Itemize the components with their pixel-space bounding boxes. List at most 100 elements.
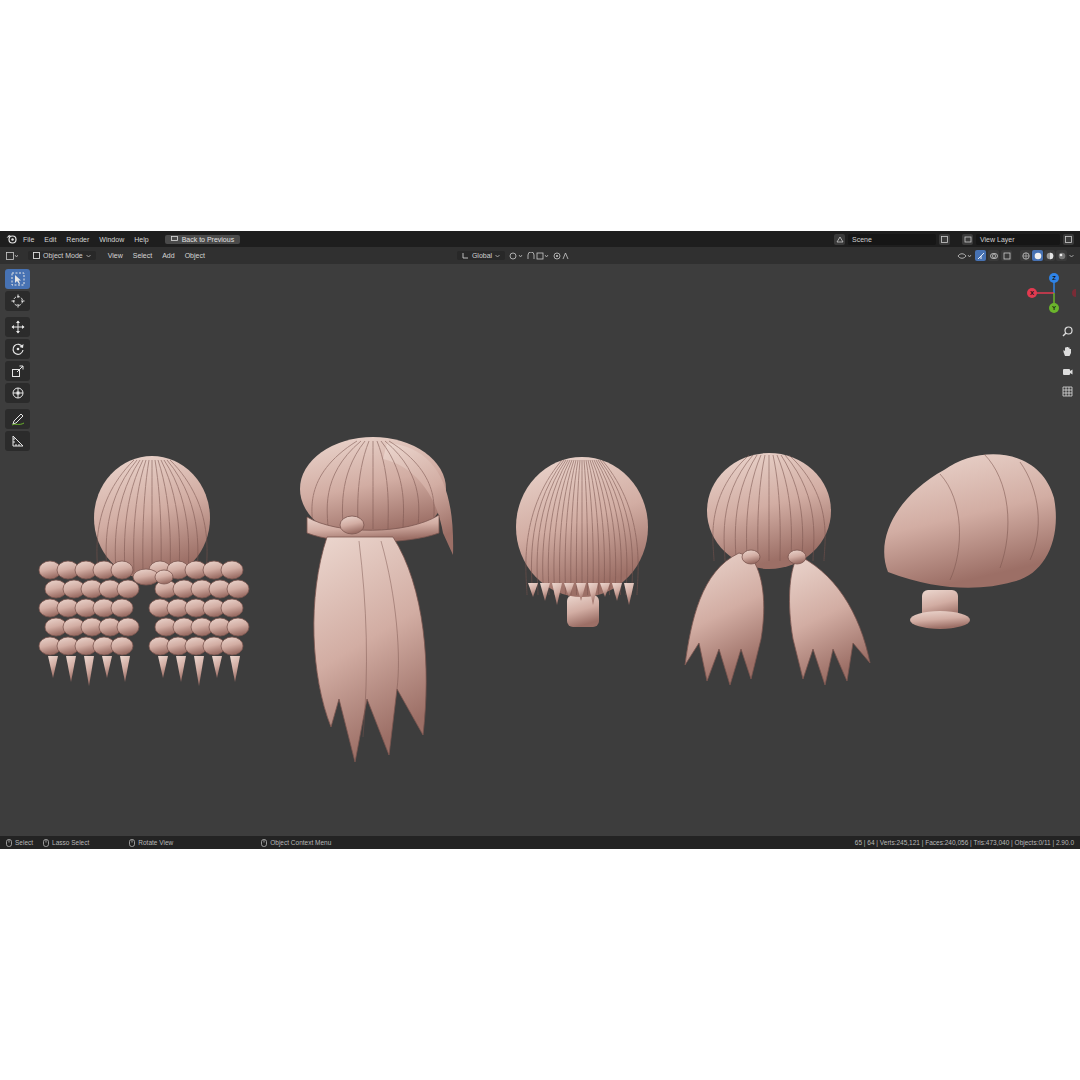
navigation-gizmo[interactable]: Z X Y [1010, 272, 1076, 322]
scene-browse-button[interactable] [834, 234, 845, 245]
pan-button[interactable] [1060, 344, 1074, 358]
gizmo-icon [977, 252, 985, 260]
rotate-icon [11, 342, 25, 356]
tool-button[interactable] [5, 431, 30, 451]
header-menu-item[interactable]: Object [181, 252, 209, 259]
navigation-buttons [1060, 324, 1074, 398]
solid-shading-icon [1034, 252, 1042, 260]
hair-model[interactable] [40, 452, 240, 687]
copy-icon [941, 236, 948, 243]
svg-text:Z: Z [1052, 275, 1056, 281]
shading-mode-button[interactable] [1032, 250, 1043, 261]
move-icon [11, 320, 25, 334]
status-hint: Rotate View [129, 839, 173, 847]
tool-button[interactable] [5, 317, 30, 337]
wireframe-shading-icon [1022, 252, 1030, 260]
xray-icon [1003, 252, 1011, 260]
viewport-canvas [34, 264, 1080, 836]
top-margin [0, 0, 1080, 231]
dropdown-caret-icon [1069, 254, 1074, 258]
select-box-icon [11, 272, 25, 286]
shading-mode-button[interactable] [1044, 250, 1055, 261]
orientation-icon [462, 252, 469, 259]
menu-item[interactable]: Window [95, 236, 128, 243]
tool-button[interactable] [5, 383, 30, 403]
viewport-header: Object Mode ViewSelectAddObject Global [0, 247, 1080, 264]
layers-icon [964, 236, 972, 243]
transform-icon [11, 386, 25, 400]
back-to-previous-button[interactable]: Back to Previous [165, 235, 241, 244]
cursor-icon [11, 294, 25, 308]
scene-field[interactable]: Scene [848, 234, 936, 245]
xray-toggle-button[interactable] [1001, 250, 1012, 261]
orientation-dropdown[interactable]: Global [457, 251, 505, 260]
view-layer-browse-button[interactable] [962, 234, 973, 245]
visibility-icon[interactable] [957, 252, 973, 260]
mode-dropdown[interactable]: Object Mode [28, 251, 96, 260]
menu-item[interactable]: Render [62, 236, 93, 243]
hair-model[interactable] [515, 455, 650, 630]
view-layer-selector: View Layer [962, 234, 1074, 245]
header-menu-item[interactable]: Add [158, 252, 178, 259]
screen-icon [171, 236, 178, 242]
shading-mode-button[interactable] [1020, 250, 1031, 261]
3d-viewport[interactable]: Z X Y [0, 264, 1080, 836]
status-hint: Lasso Select [43, 839, 89, 847]
dropdown-caret-icon [495, 254, 500, 258]
blender-logo-icon[interactable] [6, 234, 17, 244]
rendered-shading-icon [1058, 252, 1066, 260]
bottom-margin [0, 849, 1080, 1080]
mouse-icon [261, 839, 267, 847]
annotate-pencil-icon [11, 412, 25, 426]
status-hint: Select [6, 839, 33, 847]
tool-button[interactable] [5, 409, 30, 429]
mouse-icon [43, 839, 49, 847]
zoom-button[interactable] [1060, 324, 1074, 338]
measure-ruler-icon [11, 434, 25, 448]
scene-selector: Scene [834, 234, 950, 245]
mouse-icon [6, 839, 12, 847]
grid-icon [1062, 386, 1073, 397]
overlays-toggle-button[interactable] [988, 250, 999, 261]
camera-icon [1062, 366, 1073, 377]
scene-icon [836, 236, 844, 243]
header-menu-item[interactable]: View [104, 252, 127, 259]
view-layer-field[interactable]: View Layer [976, 234, 1060, 245]
status-hint: Object Context Menu [261, 839, 331, 847]
mouse-icon [129, 839, 135, 847]
new-view-layer-button[interactable] [1063, 234, 1074, 245]
status-bar: Select Lasso Select Rotate View Object Cont… [0, 836, 1080, 849]
gizmo-axis[interactable]: Y [1049, 303, 1059, 313]
gizmo-toggle-button[interactable] [975, 250, 986, 261]
shading-mode-button[interactable] [1056, 250, 1067, 261]
svg-text:X: X [1030, 290, 1034, 296]
gizmo-axis[interactable]: X [1027, 288, 1037, 298]
perspective-toggle-button[interactable] [1060, 384, 1074, 398]
menu-item[interactable]: Edit [40, 236, 60, 243]
scale-icon [11, 364, 25, 378]
pivot-point-icon[interactable] [509, 252, 523, 260]
object-mode-icon [33, 252, 40, 259]
proportional-editing-icon[interactable] [553, 252, 573, 260]
transform-settings: Global [457, 251, 573, 260]
zoom-magnifier-icon [1062, 326, 1073, 337]
editor-type-icon[interactable] [6, 252, 18, 260]
tool-button[interactable] [5, 361, 30, 381]
tool-button[interactable] [5, 291, 30, 311]
menu-item[interactable]: Help [130, 236, 152, 243]
tool-button[interactable] [5, 269, 30, 289]
hair-model[interactable] [685, 453, 870, 685]
svg-text:Y: Y [1052, 305, 1056, 311]
header-menu-item[interactable]: Select [129, 252, 156, 259]
snap-icon[interactable] [527, 252, 549, 260]
new-scene-button[interactable] [939, 234, 950, 245]
menu-item[interactable]: File [19, 236, 38, 243]
camera-view-button[interactable] [1060, 364, 1074, 378]
hair-model[interactable] [880, 440, 1058, 630]
tool-button[interactable] [5, 339, 30, 359]
shading-mode-group [1020, 250, 1067, 261]
hand-icon [1062, 346, 1073, 357]
hair-model[interactable] [297, 437, 457, 762]
copy-icon [1065, 236, 1072, 243]
gizmo-axis[interactable]: Z [1049, 273, 1059, 283]
